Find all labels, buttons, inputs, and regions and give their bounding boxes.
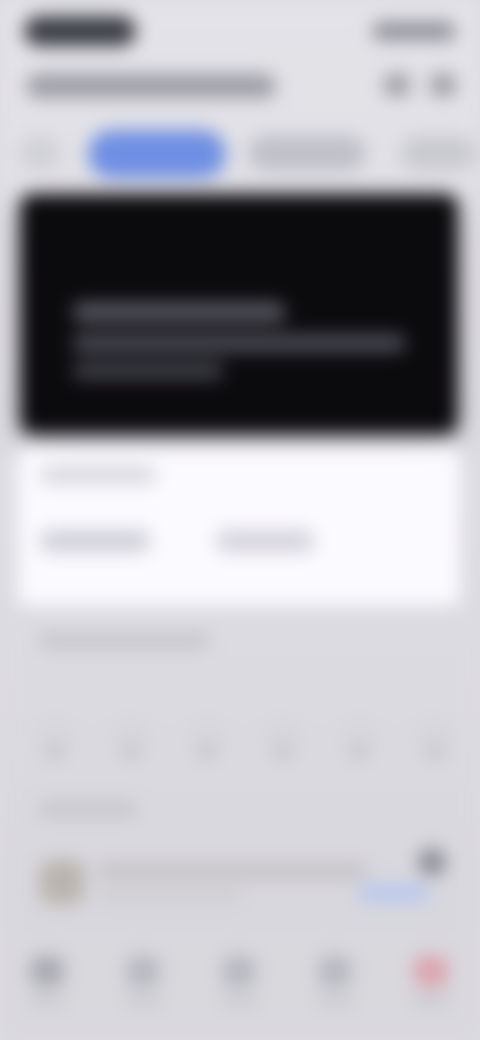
promo-item[interactable] [40, 848, 460, 920]
quick-action-5[interactable] [338, 718, 380, 760]
tab-3[interactable] [248, 136, 366, 170]
hero-title [72, 302, 286, 322]
quick-action-3[interactable] [186, 718, 228, 760]
tab-2-active[interactable] [88, 130, 226, 178]
summary-value-b [216, 530, 314, 552]
nav-message-label [316, 994, 354, 1006]
more-icon[interactable] [430, 74, 456, 96]
search-icon[interactable] [384, 74, 410, 96]
nav-discover-label [124, 994, 162, 1006]
hero-subtitle-1 [72, 334, 406, 352]
summary-label [40, 466, 156, 484]
lower-section-title [38, 800, 138, 818]
status-time [24, 16, 136, 46]
summary-card[interactable] [18, 446, 460, 606]
nav-message[interactable] [308, 956, 364, 1012]
nav-profile-label [412, 994, 450, 1006]
center-icon [222, 956, 256, 986]
promo-subtitle [96, 888, 244, 904]
quick-action-6[interactable] [414, 718, 456, 760]
top-tabs [0, 126, 480, 178]
promo-chip[interactable] [358, 884, 430, 902]
nav-home-label [28, 994, 66, 1006]
profile-icon [414, 956, 448, 986]
summary-value-a [40, 530, 150, 552]
hero-banner[interactable] [20, 194, 458, 434]
promo-thumbnail [40, 860, 84, 904]
page-title [26, 74, 276, 98]
tab-1[interactable] [18, 136, 62, 170]
quick-action-4[interactable] [262, 718, 304, 760]
nav-discover[interactable] [116, 956, 172, 1012]
home-icon [30, 956, 64, 986]
hero-subtitle-2 [72, 362, 224, 380]
nav-home[interactable] [20, 956, 76, 1012]
promo-title [96, 862, 368, 880]
section-title [38, 632, 210, 650]
message-icon [318, 956, 352, 986]
quick-actions-row [34, 718, 456, 782]
nav-center[interactable] [212, 956, 268, 1012]
bottom-navigation [0, 930, 480, 1040]
blurred-mobile-screen [0, 0, 480, 1040]
quick-action-2[interactable] [110, 718, 152, 760]
quick-action-1[interactable] [34, 718, 76, 760]
tab-4[interactable] [400, 136, 476, 170]
profile-avatar[interactable] [418, 848, 446, 876]
nav-profile[interactable] [404, 956, 460, 1012]
nav-center-label [220, 994, 258, 1006]
discover-icon [126, 956, 160, 986]
status-icons [372, 22, 456, 40]
